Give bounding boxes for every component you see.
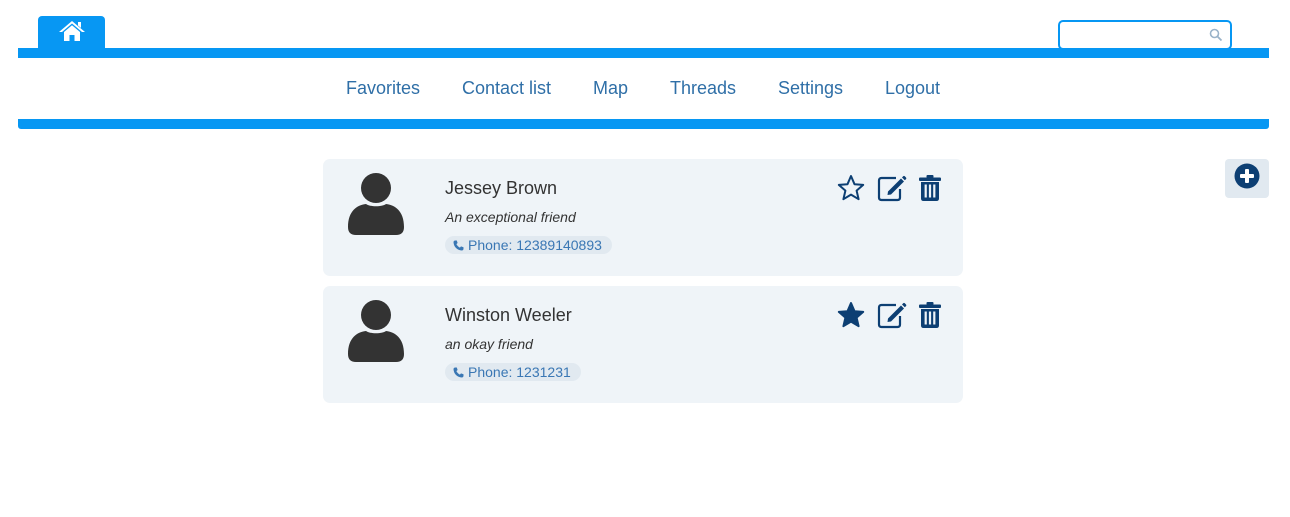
home-icon [58, 19, 86, 48]
star-filled-icon[interactable] [837, 301, 865, 334]
user-avatar-icon [348, 173, 404, 240]
search-box [1058, 20, 1232, 50]
add-contact-button[interactable] [1225, 159, 1269, 198]
nav-logout[interactable]: Logout [885, 78, 940, 99]
edit-icon[interactable] [877, 301, 907, 334]
nav-map[interactable]: Map [593, 78, 628, 99]
home-button[interactable] [38, 16, 105, 50]
phone-icon [453, 367, 464, 378]
edit-icon[interactable] [877, 174, 907, 207]
contact-actions [837, 301, 947, 331]
nav-contact-list[interactable]: Contact list [462, 78, 551, 99]
nav-threads[interactable]: Threads [670, 78, 736, 99]
phone-badge: Phone: 12389140893 [445, 236, 612, 254]
trash-icon[interactable] [919, 174, 941, 207]
star-outline-icon[interactable] [837, 174, 865, 207]
phone-number: Phone: 12389140893 [468, 237, 602, 253]
header-bar [18, 48, 1269, 58]
phone-number: Phone: 1231231 [468, 364, 571, 380]
trash-icon[interactable] [919, 301, 941, 334]
contact-card: Jessey Brown An exceptional friend Phone… [323, 159, 963, 276]
contact-name: Winston Weeler [445, 305, 572, 325]
contact-actions [837, 174, 947, 204]
contact-description: An exceptional friend [445, 209, 576, 225]
nav-settings[interactable]: Settings [778, 78, 843, 99]
search-icon[interactable] [1209, 28, 1223, 47]
main-nav: Favorites Contact list Map Threads Setti… [0, 78, 1290, 100]
nav-favorites[interactable]: Favorites [346, 78, 420, 99]
user-avatar-icon [348, 300, 404, 367]
contact-card: Winston Weeler an okay friend Phone: 123… [323, 286, 963, 403]
nav-bottom-bar [18, 119, 1269, 129]
search-input[interactable] [1060, 22, 1216, 48]
phone-icon [453, 240, 464, 251]
contact-name: Jessey Brown [445, 178, 558, 198]
contact-description: an okay friend [445, 336, 533, 352]
plus-circle-icon [1234, 163, 1260, 194]
phone-badge: Phone: 1231231 [445, 363, 581, 381]
